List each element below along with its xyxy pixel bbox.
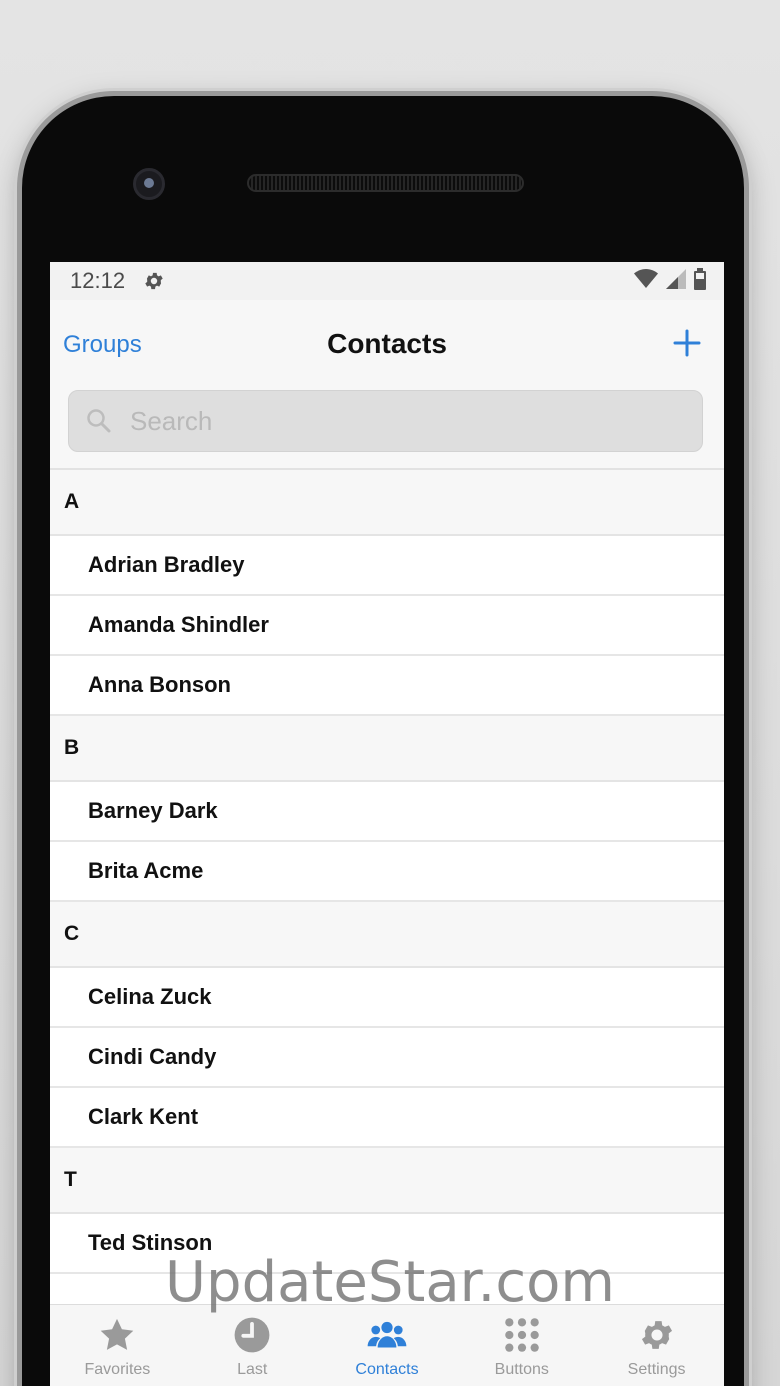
- contact-row[interactable]: Anna Bonson: [50, 656, 724, 716]
- tab-favorites[interactable]: Favorites: [50, 1305, 185, 1386]
- tab-contacts[interactable]: Contacts: [320, 1305, 455, 1386]
- battery-icon: [694, 267, 706, 295]
- gear-icon: [637, 1315, 677, 1355]
- tab-label: Settings: [627, 1361, 686, 1378]
- contact-row[interactable]: Amanda Shindler: [50, 596, 724, 656]
- contact-list: A Adrian Bradley Amanda Shindler Anna Bo…: [50, 470, 724, 1334]
- status-indicators: [634, 267, 706, 295]
- section-header-a: A: [50, 470, 724, 536]
- section-header-b: B: [50, 716, 724, 782]
- tab-label: Buttons: [494, 1361, 549, 1378]
- navigation-bar: Groups Contacts: [50, 300, 724, 390]
- tab-settings[interactable]: Settings: [589, 1305, 724, 1386]
- search-bar[interactable]: [68, 390, 703, 452]
- status-bar: 12:12: [50, 262, 724, 300]
- tab-bar: Favorites Last Contacts Buttons Settings: [50, 1304, 724, 1386]
- contact-row[interactable]: Celina Zuck: [50, 968, 724, 1028]
- earpiece-speaker: [247, 174, 524, 192]
- section-header-c: C: [50, 902, 724, 968]
- tab-label: Favorites: [84, 1361, 151, 1378]
- contact-row[interactable]: Cindi Candy: [50, 1028, 724, 1088]
- tab-label: Last: [237, 1361, 268, 1378]
- tab-label: Contacts: [355, 1361, 419, 1378]
- status-time: 12:12: [70, 268, 126, 293]
- wifi-icon: [634, 268, 658, 294]
- search-icon: [86, 408, 112, 434]
- page-title: Contacts: [327, 328, 447, 359]
- search-container: [50, 390, 724, 470]
- tab-last[interactable]: Last: [185, 1305, 320, 1386]
- signal-icon: [666, 268, 686, 294]
- plus-icon: [673, 329, 701, 357]
- status-gear-icon: [143, 270, 165, 292]
- grid-dots-icon: [502, 1315, 542, 1355]
- section-header-t: T: [50, 1148, 724, 1214]
- contact-row[interactable]: Barney Dark: [50, 782, 724, 842]
- clock-icon: [232, 1315, 272, 1355]
- contact-row[interactable]: Clark Kent: [50, 1088, 724, 1148]
- star-icon: [97, 1315, 137, 1355]
- people-icon: [367, 1315, 407, 1355]
- app-screen: 12:12 Groups Contacts Search A Adrian Br…: [50, 262, 724, 1386]
- search-input[interactable]: [130, 405, 630, 437]
- contact-row[interactable]: Adrian Bradley: [50, 536, 724, 596]
- front-camera: [133, 168, 165, 200]
- contact-row[interactable]: Brita Acme: [50, 842, 724, 902]
- tab-buttons[interactable]: Buttons: [454, 1305, 589, 1386]
- add-contact-button[interactable]: [670, 326, 704, 360]
- contact-row[interactable]: Ted Stinson: [50, 1214, 724, 1274]
